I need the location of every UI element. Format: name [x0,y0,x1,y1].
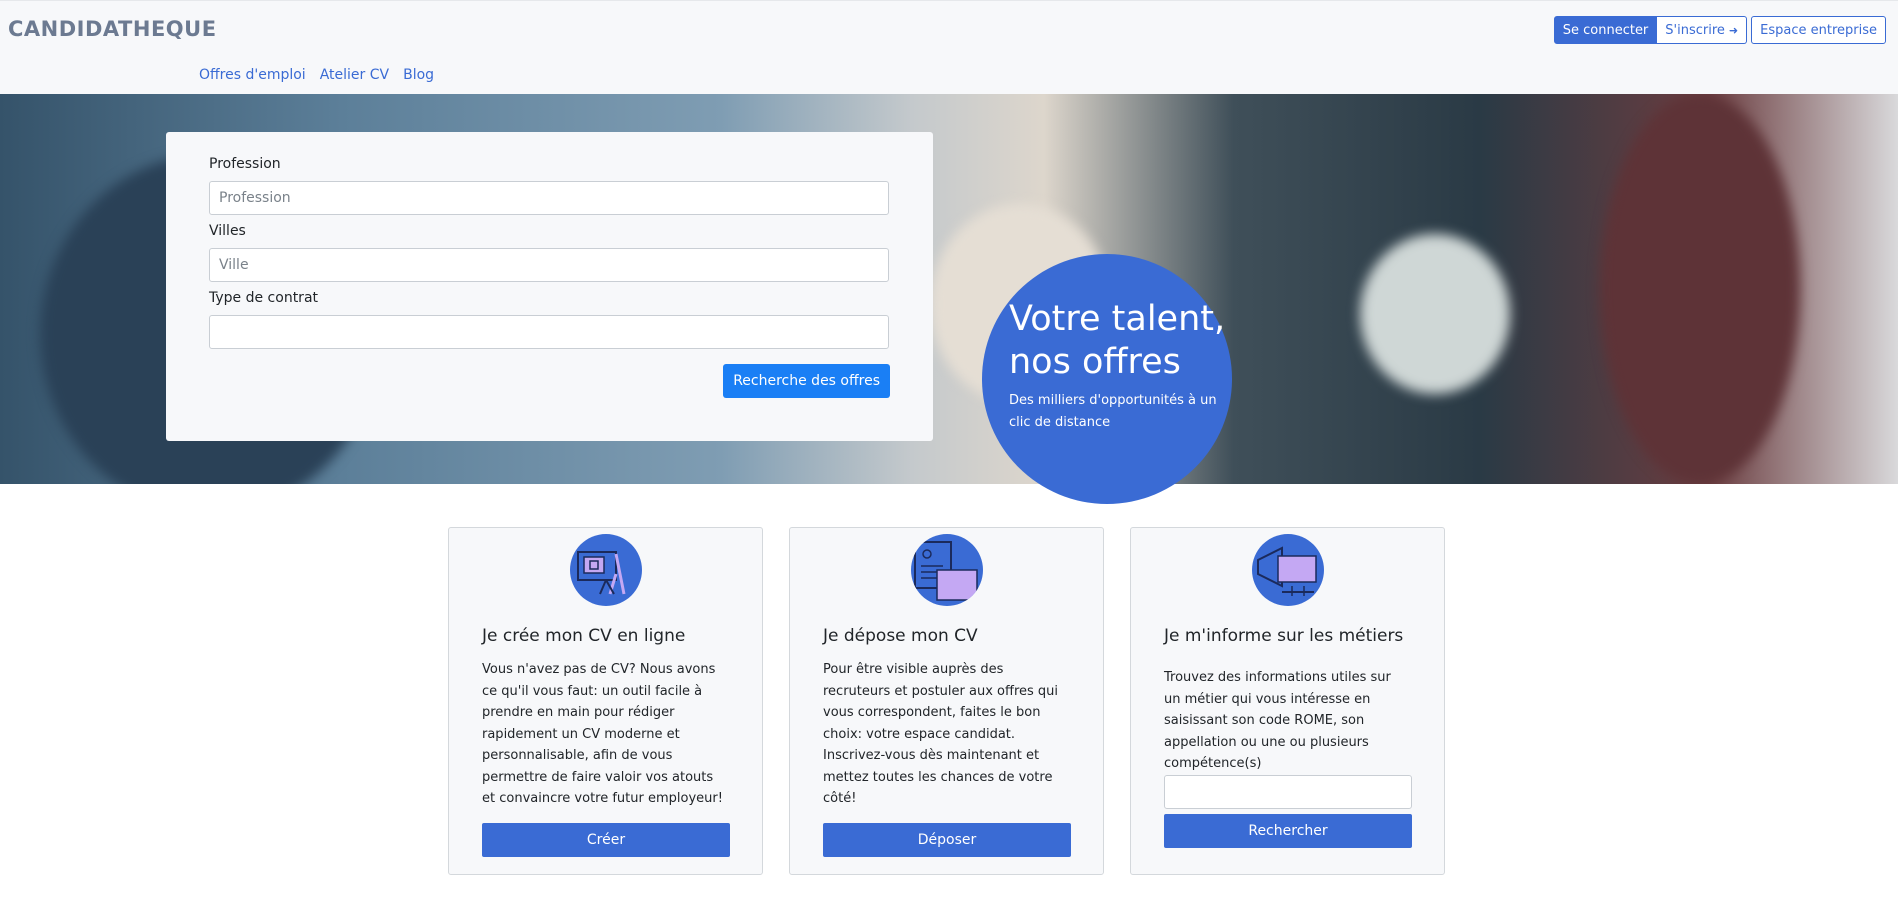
hero-subtitle: Des milliers d'opportunités à un clic de… [1009,393,1217,430]
search-jobs-info-button[interactable]: Rechercher [1164,814,1412,848]
business-space-button[interactable]: Espace entreprise [1751,16,1886,44]
hero-title-line2: nos offres [1009,342,1181,382]
card-description: Vous n'avez pas de CV? Nous avons ce qu'… [482,662,723,806]
upload-cv-icon [910,534,983,606]
nav-link-blog[interactable]: Blog [403,67,434,83]
sign-in-icon: ➜ [1728,23,1739,37]
create-cv-button[interactable]: Créer [482,823,730,857]
login-button[interactable]: Se connecter [1553,16,1658,44]
site-header: CANDIDATHEQUE Se connecter S'inscrire ➜ E… [0,0,1898,94]
job-search-input[interactable] [1164,775,1412,809]
hero-background-shape [1360,234,1510,394]
main-nav: Offres d'emploi Atelier CV Blog [199,67,434,83]
profession-label: Profession [209,156,281,172]
megaphone-icon [1251,534,1324,606]
card-title: Je m'informe sur les métiers [1164,626,1404,646]
hero-tagline-circle: Votre talent, nos offres Des milliers d'… [982,254,1232,504]
nav-link-job-offers[interactable]: Offres d'emploi [199,67,306,83]
cv-builder-icon [569,534,642,606]
card-description: Pour être visible auprès des recruteurs … [823,662,1059,806]
search-offers-button[interactable]: Recherche des offres [723,364,890,398]
upload-cv-button[interactable]: Déposer [823,823,1071,857]
feature-card-job-info: Je m'informe sur les métiers Trouvez des… [1130,527,1445,875]
city-label: Villes [209,223,246,239]
hero-title-line1: Votre talent, [1009,299,1226,339]
hero-banner: Profession Villes Type de contrat Recher… [0,94,1898,484]
login-label: Se connecter [1562,22,1649,38]
hero-title: Votre talent, nos offres [1009,298,1232,384]
auth-buttons: Se connecter S'inscrire ➜ Espace entrepri… [1553,16,1886,44]
card-title: Je dépose mon CV [823,626,978,646]
auth-group: Se connecter S'inscrire ➜ [1553,16,1748,44]
nav-link-cv-workshop[interactable]: Atelier CV [320,67,389,83]
signup-label: S'inscrire [1665,22,1725,38]
business-space-label: Espace entreprise [1760,22,1877,38]
signup-button[interactable]: S'inscrire ➜ [1657,16,1748,44]
card-title: Je crée mon CV en ligne [482,626,686,646]
brand-logo[interactable]: CANDIDATHEQUE [8,17,217,41]
feature-cards: Je crée mon CV en ligne Vous n'avez pas … [448,527,1445,875]
job-search-form: Profession Villes Type de contrat Recher… [166,132,933,441]
feature-card-create-cv: Je crée mon CV en ligne Vous n'avez pas … [448,527,763,875]
feature-card-upload-cv: Je dépose mon CV Pour être visible auprè… [789,527,1104,875]
profession-input[interactable] [209,181,889,215]
contract-type-label: Type de contrat [209,290,319,306]
hero-background-shape [1600,94,1800,484]
contract-type-input[interactable] [209,315,889,349]
card-description: Trouvez des informations utiles sur un m… [1164,670,1391,771]
city-input[interactable] [209,248,889,282]
